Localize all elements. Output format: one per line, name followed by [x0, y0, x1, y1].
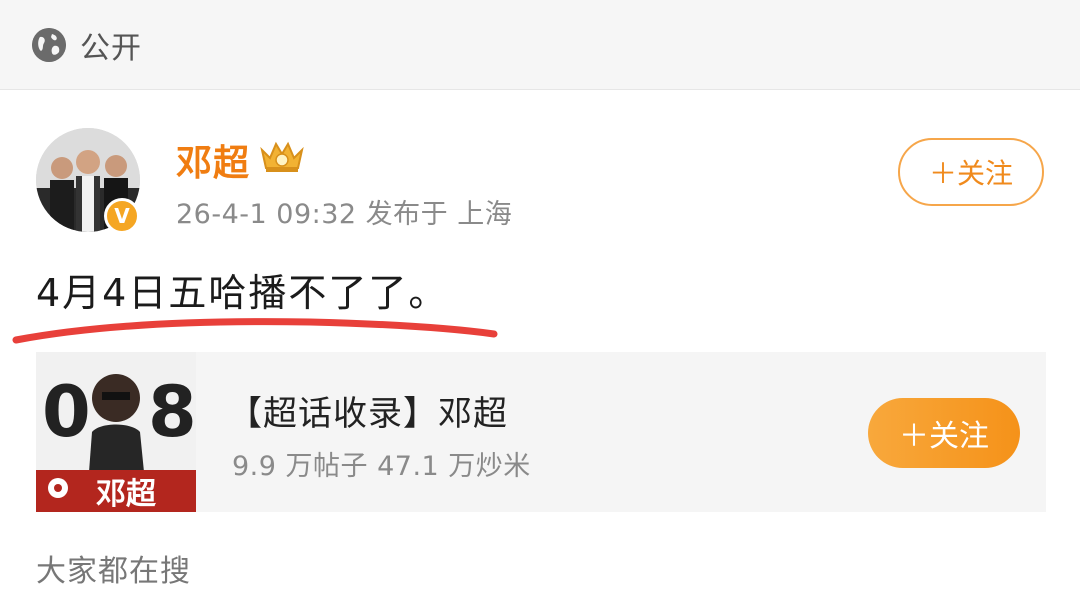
- crown-badge-icon[interactable]: [258, 138, 306, 174]
- trending-search-title: 大家都在搜: [36, 554, 191, 589]
- supertopic-follow-button[interactable]: ＋关注: [868, 398, 1020, 468]
- follow-button[interactable]: ＋关注: [898, 138, 1044, 206]
- thumb-text: 邓超: [96, 477, 157, 512]
- visibility-bar: 公开: [0, 0, 1080, 90]
- verified-badge: V: [104, 198, 140, 234]
- supertopic-stats: 9.9 万帖子 47.1 万炒米: [232, 451, 531, 482]
- red-underline-annotation: [12, 318, 498, 344]
- visibility-selector[interactable]: 公开: [32, 24, 142, 66]
- post-text: 4月4日五哈播不了了。: [36, 271, 449, 315]
- supertopic-card[interactable]: 0 8 邓超 【超话收录】邓超 9.9 万帖子 47.1 万炒米 ＋关注: [36, 352, 1046, 512]
- visibility-label: 公开: [80, 31, 142, 66]
- svg-text:8: 8: [148, 371, 196, 453]
- author-name[interactable]: 邓超: [176, 134, 250, 186]
- v-verified-icon: V: [114, 204, 130, 228]
- supertopic-thumbnail: 0 8 邓超: [36, 352, 196, 512]
- svg-text:0: 0: [42, 371, 91, 453]
- supertopic-title: 【超话收录】邓超: [228, 394, 508, 434]
- weibo-post: V 邓超 26-4-1 09:32 发布于 上海 ＋关注 4月4日五哈播不了了。…: [0, 90, 1080, 589]
- post-meta: 26-4-1 09:32 发布于 上海: [176, 199, 513, 230]
- globe-icon: [32, 28, 66, 62]
